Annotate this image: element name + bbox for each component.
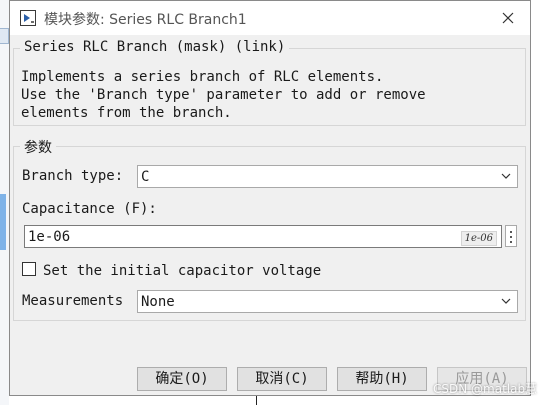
title-bar: 模块参数: Series RLC Branch1 xyxy=(10,1,530,35)
background-connector-line xyxy=(256,396,257,405)
capacitance-value: 1e-06 xyxy=(28,229,71,245)
chevron-down-icon xyxy=(501,173,511,179)
capacitance-evaluated-hint: 1e-06 xyxy=(460,231,497,246)
watermark: CSDN @matlab慧 xyxy=(433,382,538,396)
description-text: Implements a series branch of RLC elemen… xyxy=(21,69,426,121)
capacitance-input[interactable]: 1e-06 1e-06 xyxy=(24,225,502,248)
parameter-options-button[interactable] xyxy=(505,225,517,247)
description-group: Series RLC Branch (mask) (link) Implemen… xyxy=(13,39,526,126)
measurements-label: Measurements xyxy=(22,293,124,309)
parameters-title: 参数 xyxy=(20,137,56,157)
chevron-down-icon xyxy=(501,298,511,304)
background-tab xyxy=(0,28,9,44)
measurements-value: None xyxy=(141,294,175,310)
close-icon xyxy=(502,12,514,24)
capacitance-label: Capacitance (F): xyxy=(22,201,157,217)
close-button[interactable] xyxy=(486,1,530,35)
initial-voltage-label: Set the initial capacitor voltage xyxy=(43,263,322,279)
measurements-select[interactable]: None xyxy=(137,290,518,313)
branch-type-select[interactable]: C xyxy=(137,165,518,188)
cancel-button[interactable]: 取消(C) xyxy=(237,367,327,391)
help-button[interactable]: 帮助(H) xyxy=(337,367,427,391)
description-title: Series RLC Branch (mask) (link) xyxy=(20,39,290,55)
window-title: 模块参数: Series RLC Branch1 xyxy=(44,12,247,28)
branch-type-value: C xyxy=(141,169,150,185)
block-icon xyxy=(20,10,36,26)
branch-type-label: Branch type: xyxy=(22,168,124,184)
ok-button[interactable]: 确定(O) xyxy=(137,367,227,391)
block-parameters-dialog: 模块参数: Series RLC Branch1 Series RLC Bran… xyxy=(9,0,531,396)
initial-voltage-checkbox[interactable] xyxy=(22,262,36,276)
background-selected-block xyxy=(0,194,6,250)
